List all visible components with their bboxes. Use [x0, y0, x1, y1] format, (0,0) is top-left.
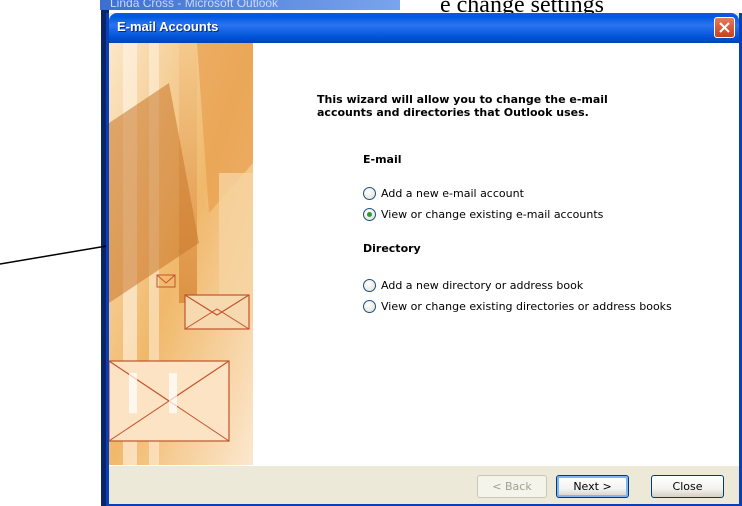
radio-button-checked-icon[interactable] [363, 208, 376, 221]
radio-add-email-account[interactable]: Add a new e-mail account [363, 187, 524, 200]
radio-label: Add a new directory or address book [381, 279, 584, 292]
back-button[interactable]: < Back [477, 475, 547, 498]
radio-label: View or change existing directories or a… [381, 300, 672, 313]
close-button[interactable]: Close [651, 475, 724, 498]
radio-button-icon[interactable] [363, 300, 376, 313]
radio-add-directory[interactable]: Add a new directory or address book [363, 279, 583, 292]
dialog-content: This wizard will allow you to change the… [109, 43, 739, 465]
directory-section-label: Directory [363, 242, 421, 255]
email-accounts-dialog: E-mail Accounts This wizard will allow y… [106, 13, 742, 506]
close-icon[interactable] [714, 17, 735, 38]
radio-button-icon[interactable] [363, 187, 376, 200]
dialog-footer: < Back Next > Close [109, 465, 739, 504]
dialog-title: E-mail Accounts [117, 19, 219, 34]
next-button[interactable]: Next > [556, 475, 629, 498]
screenshot: Linda Cross - Microsoft Outlook e change… [0, 0, 742, 506]
radio-button-icon[interactable] [363, 279, 376, 292]
radio-view-change-directories[interactable]: View or change existing directories or a… [363, 300, 672, 313]
dialog-titlebar[interactable]: E-mail Accounts [109, 13, 739, 43]
wizard-headline: This wizard will allow you to change the… [317, 93, 608, 119]
wizard-graphic [109, 43, 253, 465]
radio-label: View or change existing e-mail accounts [381, 208, 604, 221]
radio-view-change-email-accounts[interactable]: View or change existing e-mail accounts [363, 208, 603, 221]
email-section-label: E-mail [363, 153, 402, 166]
radio-label: Add a new e-mail account [381, 187, 524, 200]
